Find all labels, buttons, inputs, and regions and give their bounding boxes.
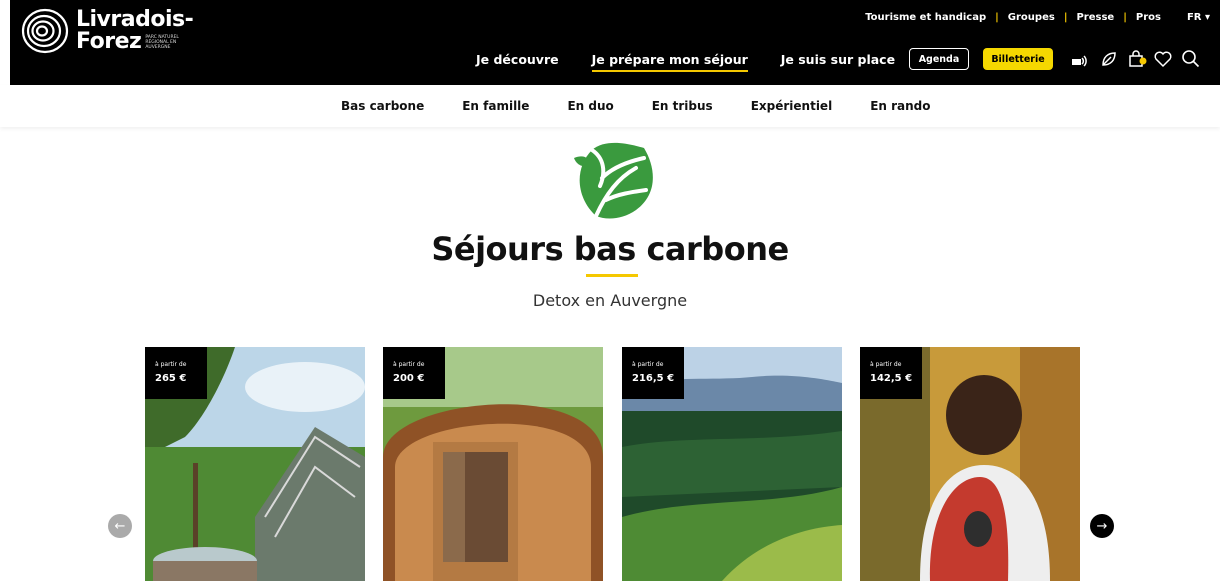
title-underline	[586, 274, 638, 277]
price-value: 200 €	[393, 373, 425, 384]
carousel-next-button[interactable]: →	[1090, 514, 1114, 538]
logo-text-line1: Livradois-	[76, 7, 194, 32]
price-from-label: à partir de	[870, 361, 902, 368]
stay-card[interactable]: à partir de 142,5 €	[860, 347, 1080, 581]
agenda-button[interactable]: Agenda	[909, 48, 969, 70]
nav-je-decouvre[interactable]: Je découvre	[476, 52, 559, 72]
price-badge: à partir de 265 €	[145, 347, 207, 399]
subnav-experientiel[interactable]: Expérientiel	[751, 99, 832, 113]
price-value: 142,5 €	[870, 373, 913, 384]
leaf-icon	[574, 142, 653, 219]
separator: |	[1123, 12, 1127, 23]
subnav-en-rando[interactable]: En rando	[870, 99, 930, 113]
separator: |	[1063, 12, 1068, 23]
main-nav: Je découvre Je prépare mon séjour Je sui…	[476, 52, 928, 72]
nav-je-suis-sur-place[interactable]: Je suis sur place	[781, 52, 895, 72]
bag-icon[interactable]	[1127, 49, 1147, 69]
stay-card[interactable]: à partir de 265 €	[145, 347, 365, 581]
subnav-en-duo[interactable]: En duo	[567, 99, 613, 113]
billetterie-button[interactable]: Billetterie	[983, 48, 1053, 70]
price-badge: à partir de 142,5 €	[860, 347, 922, 399]
site-header: Livradois- Forez PARC NATUREL RÉGIONAL E…	[10, 0, 1220, 85]
price-badge: à partir de 200 €	[383, 347, 445, 399]
price-value: 265 €	[155, 373, 187, 384]
logo-subtitle: PARC NATUREL RÉGIONAL EN AUVERGNE	[145, 34, 179, 50]
top-link-pros[interactable]: Pros	[1136, 12, 1161, 23]
search-icon[interactable]	[1181, 49, 1201, 69]
language-selector[interactable]: FR ▾	[1187, 12, 1210, 23]
arrow-left-icon: ←	[114, 518, 126, 534]
heart-icon[interactable]	[1153, 49, 1173, 69]
audio-guide-icon[interactable]	[1070, 49, 1090, 69]
sub-nav: Bas carbone En famille En duo En tribus …	[0, 85, 1220, 127]
stay-card[interactable]: à partir de 216,5 €	[622, 347, 842, 581]
logo-rings-icon	[21, 8, 69, 54]
subnav-bas-carbone[interactable]: Bas carbone	[341, 99, 424, 113]
site-logo[interactable]: Livradois- Forez PARC NATUREL RÉGIONAL E…	[20, 6, 194, 56]
chevron-down-icon: ▾	[1204, 12, 1210, 23]
page-subtitle: Detox en Auvergne	[532, 291, 688, 310]
nav-je-prepare[interactable]: Je prépare mon séjour	[591, 52, 748, 72]
separator: |	[995, 12, 999, 23]
price-value: 216,5 €	[632, 373, 675, 384]
language-value: FR	[1186, 12, 1202, 23]
top-link-presse[interactable]: Presse	[1076, 12, 1114, 23]
price-from-label: à partir de	[155, 361, 187, 368]
top-link-handicap[interactable]: Tourisme et handicap	[865, 12, 986, 23]
subnav-en-tribus[interactable]: En tribus	[652, 99, 713, 113]
price-from-label: à partir de	[393, 361, 425, 368]
stay-card[interactable]: à partir de 200 €	[383, 347, 603, 581]
top-link-groupes[interactable]: Groupes	[1008, 12, 1055, 23]
page-title: Séjours bas carbone	[431, 230, 789, 268]
carousel-prev-button[interactable]: ←	[108, 514, 132, 538]
subnav-en-famille[interactable]: En famille	[462, 99, 529, 113]
price-badge: à partir de 216,5 €	[622, 347, 684, 399]
arrow-right-icon: →	[1096, 518, 1108, 534]
logo-text-line2: Forez	[76, 29, 142, 54]
leaf-outline-icon[interactable]	[1099, 49, 1119, 69]
top-links: Tourisme et handicap | Groupes | Presse …	[865, 12, 1210, 23]
price-from-label: à partir de	[632, 361, 664, 368]
